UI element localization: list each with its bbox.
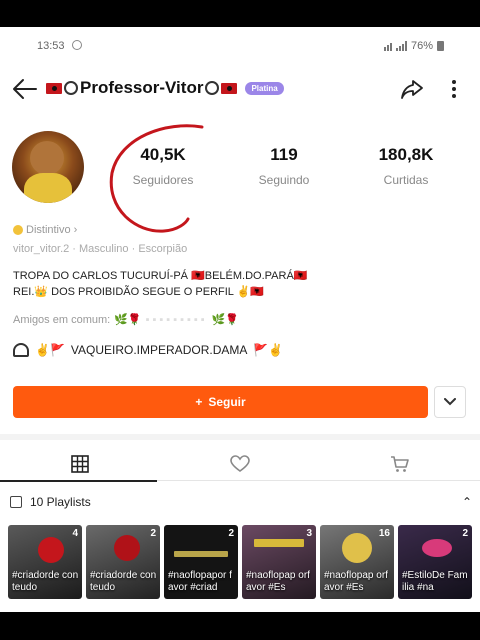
playlist-thumbnail[interactable]: 2 #criadorde conteudo [86, 525, 160, 599]
plus-icon: + [195, 395, 203, 409]
helmet-icon [13, 343, 29, 357]
tab-shop[interactable] [320, 447, 480, 481]
chevron-right-icon: › [73, 224, 78, 236]
playlist-count: 2 [462, 528, 468, 539]
link-decoration: 🚩✌️ [253, 343, 284, 357]
stat-seguindo[interactable]: 119 Seguindo [229, 145, 339, 187]
link-decoration: ✌️🚩 [35, 343, 65, 357]
more-options-icon[interactable] [444, 75, 464, 103]
albania-flag-icon [46, 82, 62, 94]
soccer-ball-icon [64, 81, 78, 95]
stat-label: Seguindo [258, 173, 310, 187]
content-tabs [0, 447, 480, 482]
chevron-down-icon [444, 398, 456, 406]
stat-label: Curtidas [383, 173, 429, 187]
profile-name: Professor-Vitor [80, 78, 204, 97]
avatar[interactable] [12, 131, 84, 203]
mutual-friends-list: ▪▪▪▪▪▪▪▪▪ [145, 313, 208, 326]
profile-screen: 13:53 76% Professor-Vitor Platina 40,5K … [0, 27, 480, 612]
stat-value: 119 [270, 145, 298, 164]
playlist-caption: #naoflopapor favor #criad [168, 570, 232, 593]
cart-icon [391, 456, 409, 472]
heart-icon [230, 455, 250, 472]
tab-liked[interactable] [160, 447, 320, 481]
playlist-thumbnail[interactable]: 2 #naoflopapor favor #criad [164, 525, 238, 599]
follow-button[interactable]: + Seguir [13, 386, 428, 418]
sync-icon [72, 40, 82, 50]
playlist-count: 16 [378, 528, 390, 539]
albania-flag-icon [221, 82, 238, 94]
playlist-caption: #naoflopap orfavor #Es [324, 570, 388, 593]
playlists-header[interactable]: 10 Playlists ⌃ [10, 495, 472, 509]
follow-label: Seguir [208, 395, 246, 409]
grid-icon [71, 455, 89, 473]
battery-icon [437, 41, 444, 51]
platina-badge: Platina [245, 81, 284, 95]
chevron-up-icon[interactable]: ⌃ [462, 495, 472, 509]
back-arrow-icon[interactable] [12, 77, 38, 101]
playlist-thumbnails: 4 #criadorde conteudo 2 #criadorde conte… [8, 525, 472, 599]
mutual-friends-label: Amigos em comum: [13, 313, 111, 326]
top-bar: Professor-Vitor Platina [0, 71, 480, 107]
profile-link-text: VAQUEIRO.IMPERADOR.DAMA [70, 343, 248, 357]
playlist-caption: #criadorde conteudo [90, 570, 157, 593]
bio-line: REI.👑 DOS PROIBIDÃO SEGUE O PERFIL ✌️🇦🇱 [13, 286, 264, 298]
profile-title: Professor-Vitor Platina [46, 78, 284, 98]
wifi-icon [383, 41, 392, 51]
distintivo-label: Distintivo [26, 224, 71, 236]
stat-seguidores[interactable]: 40,5K Seguidores [108, 145, 218, 187]
playlist-thumbnail[interactable]: 4 #criadorde conteudo [8, 525, 82, 599]
coin-icon [13, 225, 23, 235]
mutual-friends[interactable]: Amigos em comum: 🌿🌹 ▪▪▪▪▪▪▪▪▪ 🌿🌹 [13, 313, 240, 327]
profile-meta: vitor_vitor.2 · Masculino · Escorpião [13, 243, 188, 255]
playlist-caption: #criadorde conteudo [12, 570, 79, 593]
playlist-caption: #naoflopap orfavor #Es [246, 570, 310, 593]
playlist-count: 2 [228, 528, 234, 539]
stat-value: 180,8K [378, 145, 434, 164]
mutual-friends-emojis: 🌿🌹 [211, 314, 240, 326]
playlist-thumbnail[interactable]: 2 #EstiloDe Familia #na [398, 525, 472, 599]
mutual-friends-emojis: 🌿🌹 [114, 314, 142, 326]
status-bar: 13:53 76% [0, 27, 480, 63]
distintivo-link[interactable]: Distintivo › [13, 224, 77, 236]
soccer-ball-icon [205, 81, 220, 95]
playlist-thumbnail[interactable]: 3 #naoflopap orfavor #Es [242, 525, 316, 599]
battery-label: 76% [410, 40, 433, 52]
playlist-icon [10, 496, 22, 508]
tab-videos[interactable] [0, 447, 160, 482]
stat-label: Seguidores [132, 173, 194, 187]
playlist-count: 2 [150, 528, 156, 539]
section-divider [0, 434, 480, 440]
profile-bio: TROPA DO CARLOS TUCURUÍ-PÁ 🇦🇱BELÉM.DO.PA… [13, 268, 333, 300]
playlist-thumbnail[interactable]: 16 #naoflopap orfavor #Es [320, 525, 394, 599]
playlist-caption: #EstiloDe Familia #na [402, 570, 468, 593]
status-time: 13:53 [37, 40, 65, 52]
more-actions-button[interactable] [434, 386, 466, 418]
signal-icon [395, 41, 407, 51]
profile-link[interactable]: ✌️🚩 VAQUEIRO.IMPERADOR.DAMA 🚩✌️ [13, 343, 283, 357]
playlists-count: 10 Playlists [30, 495, 91, 509]
stat-value: 40,5K [140, 145, 186, 164]
share-icon[interactable] [400, 77, 424, 101]
status-right: 76% [383, 40, 444, 52]
playlist-count: 3 [306, 528, 312, 539]
bio-line: TROPA DO CARLOS TUCURUÍ-PÁ 🇦🇱BELÉM.DO.PA… [13, 270, 308, 282]
stat-curtidas[interactable]: 180,8K Curtidas [351, 145, 461, 187]
playlist-count: 4 [72, 528, 78, 539]
